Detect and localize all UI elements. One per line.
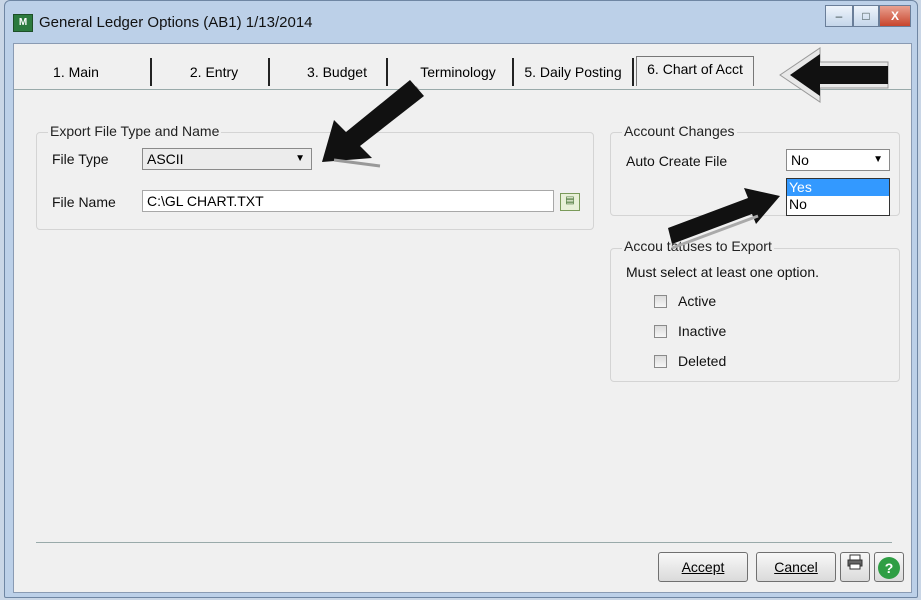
app-icon: M — [13, 14, 33, 32]
tab-strip: 1. Main 2. Entry 3. Budget Terminology 5… — [14, 44, 911, 90]
accept-button[interactable]: Accept — [658, 552, 748, 582]
export-file-group — [36, 132, 594, 230]
tab-divider — [632, 58, 634, 86]
help-icon: ? — [878, 556, 900, 579]
chevron-down-icon: ▼ — [873, 154, 883, 165]
file-type-label: File Type — [52, 151, 109, 167]
tab-divider — [268, 58, 270, 86]
dropdown-option-yes[interactable]: Yes — [787, 179, 889, 196]
auto-create-value: No — [791, 152, 809, 168]
auto-create-dropdown-list: Yes No — [786, 178, 890, 216]
dropdown-option-no[interactable]: No — [787, 196, 889, 213]
file-type-select[interactable]: ASCII ▼ — [142, 148, 312, 170]
chevron-down-icon: ▼ — [295, 153, 305, 164]
status-note: Must select at least one option. — [626, 264, 819, 280]
inactive-label: Inactive — [678, 323, 727, 339]
account-changes-title: Account Changes — [622, 123, 737, 139]
cancel-button[interactable]: Cancel — [756, 552, 836, 582]
print-button[interactable] — [840, 552, 870, 582]
active-checkbox[interactable] — [654, 295, 667, 308]
tab-divider — [150, 58, 152, 86]
browse-folder-icon[interactable]: ▤ — [560, 193, 580, 211]
title-bar: M General Ledger Options (AB1) 1/13/2014… — [5, 1, 917, 41]
tab-divider — [512, 58, 514, 86]
tab-baseline — [14, 89, 911, 90]
deleted-checkbox[interactable] — [654, 355, 667, 368]
tab-entry[interactable]: 2. Entry — [174, 60, 254, 84]
file-type-value: ASCII — [147, 151, 184, 167]
file-name-input[interactable]: C:\GL CHART.TXT — [142, 190, 554, 212]
window-title: General Ledger Options (AB1) 1/13/2014 — [39, 14, 313, 31]
account-statuses-title: Accou tatuses to Export — [622, 238, 774, 254]
tab-divider — [386, 58, 388, 86]
minimize-button[interactable]: – — [825, 5, 853, 27]
maximize-button[interactable]: □ — [853, 5, 879, 27]
export-group-title: Export File Type and Name — [48, 123, 222, 139]
tab-terminology[interactable]: Terminology — [406, 60, 510, 84]
close-button[interactable]: X — [879, 5, 911, 27]
window: M General Ledger Options (AB1) 1/13/2014… — [4, 0, 918, 598]
tab-main[interactable]: 1. Main — [36, 60, 116, 84]
auto-create-label: Auto Create File — [626, 153, 728, 169]
tab-daily-posting[interactable]: 5. Daily Posting — [516, 60, 630, 84]
auto-create-select[interactable]: No ▼ — [786, 149, 890, 171]
deleted-label: Deleted — [678, 353, 727, 369]
inactive-checkbox[interactable] — [654, 325, 667, 338]
file-name-label: File Name — [52, 194, 116, 210]
printer-icon — [847, 554, 863, 570]
tab-chart-of-acct[interactable]: 6. Chart of Acct — [636, 56, 754, 86]
active-label: Active — [678, 293, 717, 309]
help-button[interactable]: ? — [874, 552, 904, 582]
dialog-client-area: 1. Main 2. Entry 3. Budget Terminology 5… — [13, 43, 912, 593]
tab-budget[interactable]: 3. Budget — [294, 60, 380, 84]
bottom-separator — [36, 542, 892, 543]
